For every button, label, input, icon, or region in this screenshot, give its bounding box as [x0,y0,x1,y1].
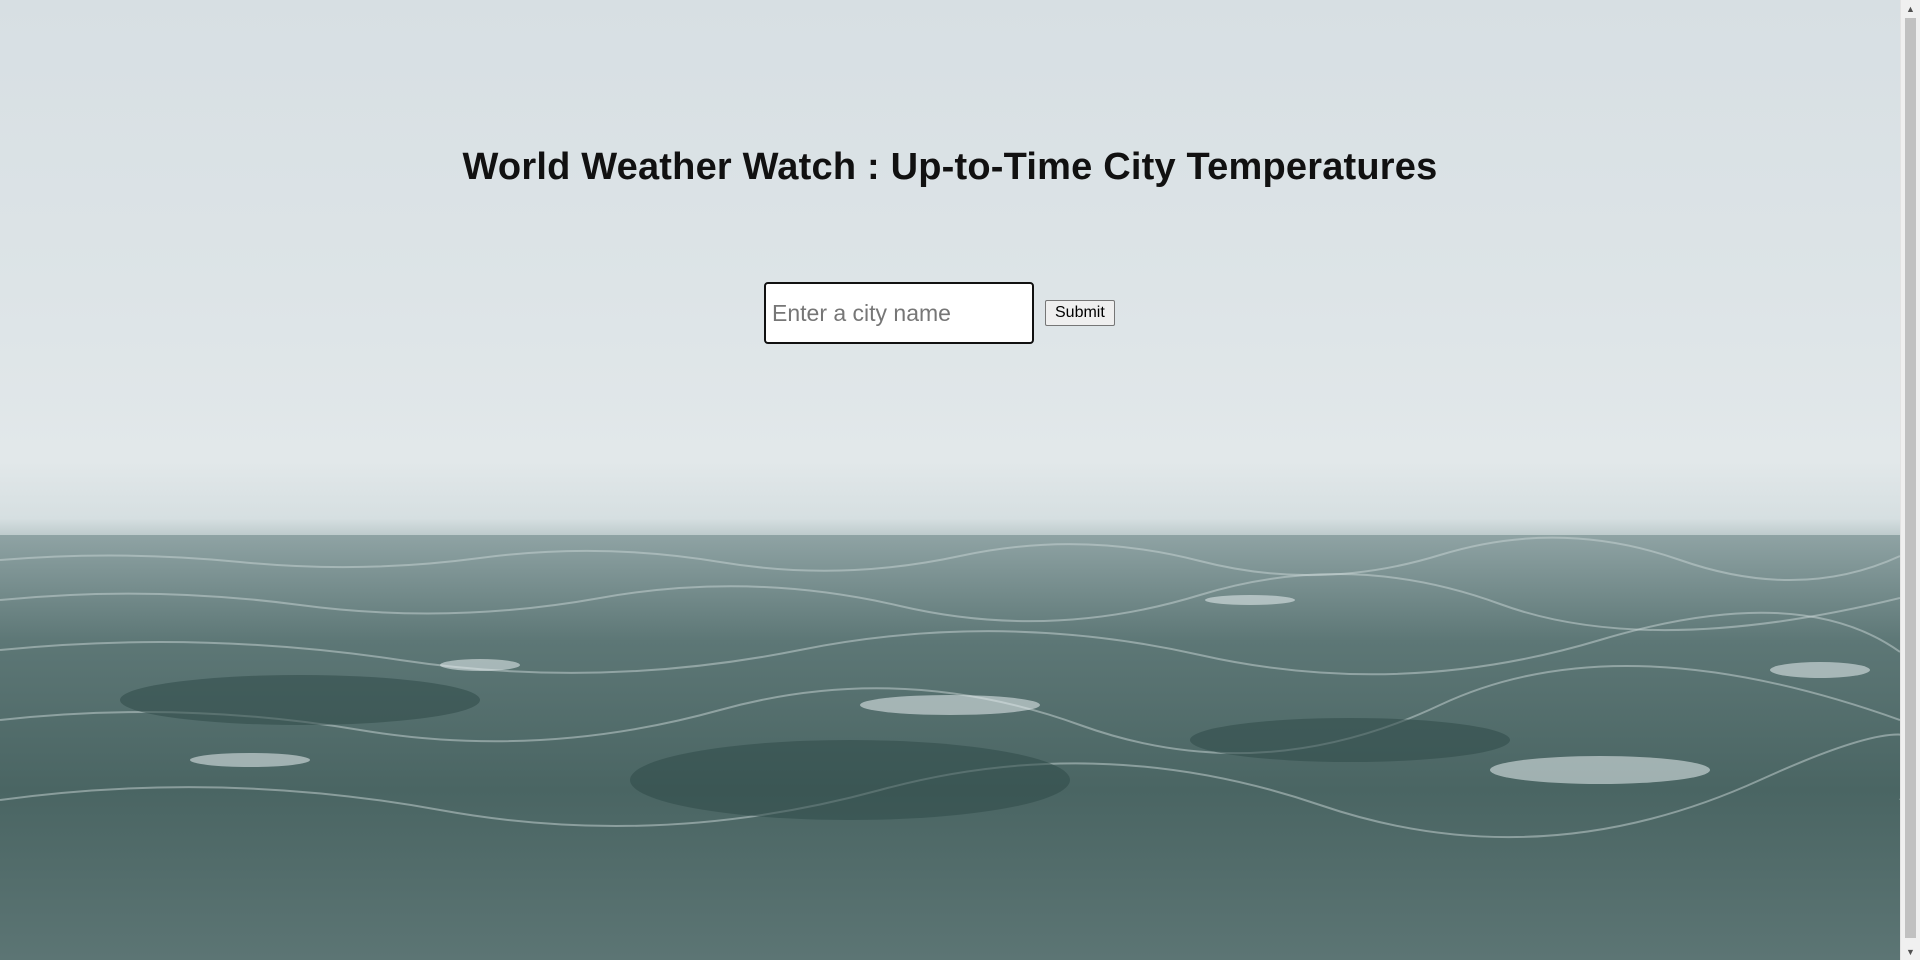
submit-button[interactable]: Submit [1045,300,1115,326]
city-search-form: Submit [764,282,1115,344]
scrollbar-thumb[interactable] [1905,18,1916,938]
ocean-waves-illustration [0,535,1900,960]
scroll-down-arrow-icon[interactable]: ▼ [1901,943,1920,960]
page-title: World Weather Watch : Up-to-Time City Te… [462,146,1438,188]
vertical-scrollbar[interactable]: ▲ ▼ [1900,0,1920,960]
city-name-input[interactable] [764,282,1034,344]
scroll-up-arrow-icon[interactable]: ▲ [1901,0,1920,17]
background-ocean-image [0,0,1900,960]
